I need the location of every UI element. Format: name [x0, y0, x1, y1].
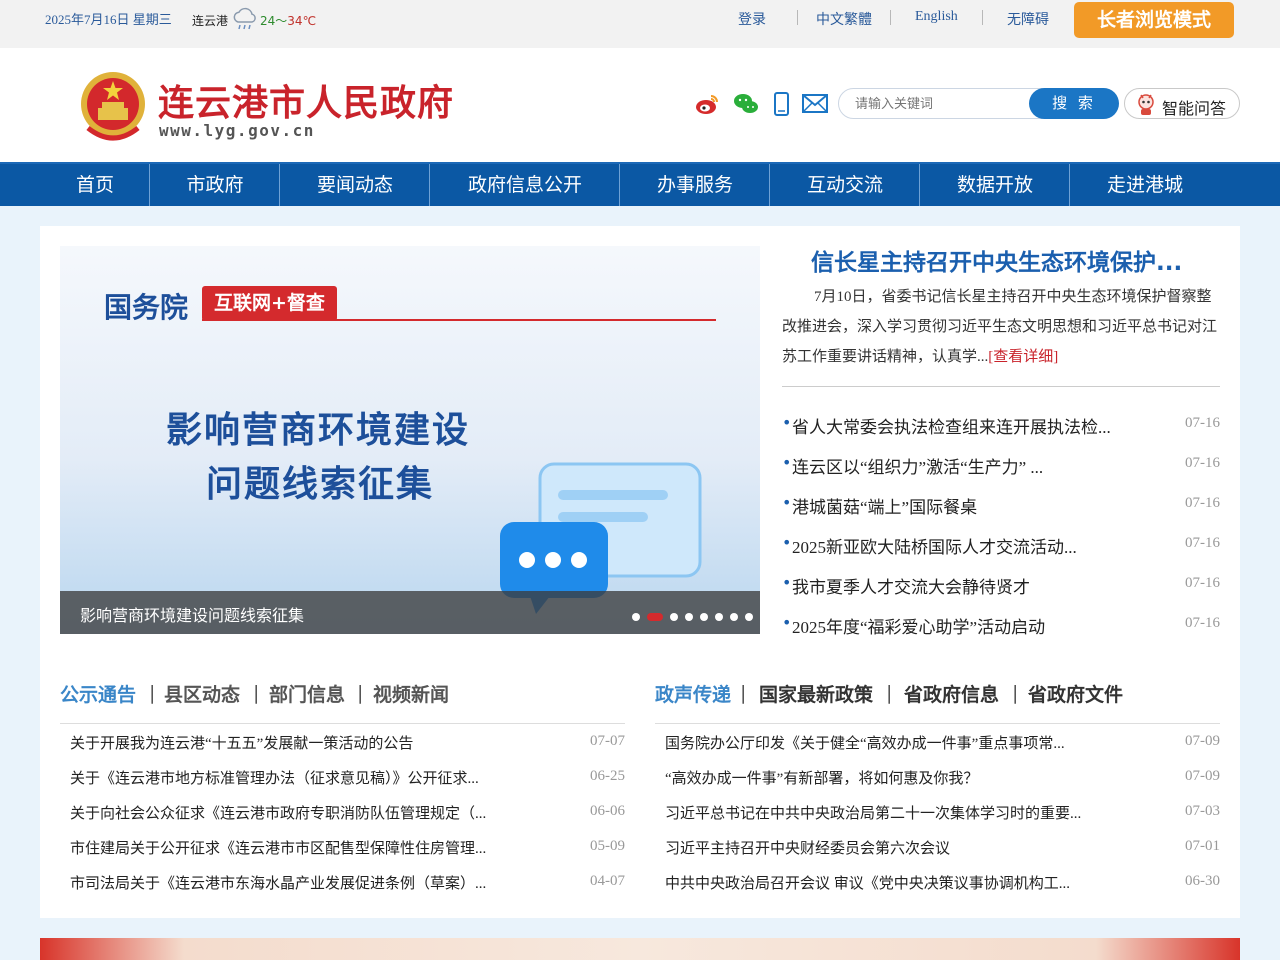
tab-divider: | [740, 682, 747, 704]
national-emblem-icon[interactable] [78, 68, 148, 144]
tab-provincial-info[interactable]: 省政府信息 [904, 680, 999, 707]
english-link[interactable]: English [915, 9, 958, 25]
main-panel: 国务院 互联网+督查 影响营商环境建设 问题线索征集 影响营商环境建设问题线索征… [40, 226, 1240, 918]
tab-county-news[interactable]: 县区动态 [164, 680, 240, 707]
search-input[interactable] [855, 95, 1025, 113]
bullet: • [782, 453, 792, 472]
temperature: 24～34℃ [260, 14, 317, 28]
news-item[interactable]: • 港城菌菇“端上”国际餐桌 07-16 [782, 493, 1220, 517]
ai-qa-button[interactable]: 智能问答 [1124, 88, 1240, 119]
news-item[interactable]: • 2025新亚欧大陆桥国际人才交流活动... 07-16 [782, 533, 1220, 557]
tab-divider: | [253, 682, 260, 704]
mobile-icon[interactable] [767, 90, 795, 118]
promo-banner[interactable] [40, 938, 1240, 960]
tab-national-policy[interactable]: 国家最新政策 [759, 680, 873, 707]
divider [60, 723, 625, 724]
list-item[interactable]: 市住建局关于公开征求《连云港市市区配售型保障性住房管理... 05-09 [60, 837, 625, 859]
bullet: • [782, 533, 792, 552]
carousel-dot[interactable] [700, 613, 708, 621]
news-item[interactable]: • 2025年度“福彩爱心助学”活动启动 07-16 [782, 613, 1220, 637]
wechat-icon[interactable] [732, 90, 760, 118]
carousel-dot[interactable] [670, 613, 678, 621]
top-bar: 2025年7月16日 星期三 连云港 24～34℃ 登录 中文繁體 Englis… [0, 0, 1280, 48]
bullet: • [782, 413, 792, 432]
mail-icon[interactable] [801, 90, 829, 118]
tab-divider: | [886, 682, 893, 704]
divider [982, 10, 983, 25]
slide-tag: 互联网+督查 [202, 286, 337, 321]
slide-caption-text: 影响营商环境建设问题线索征集 [80, 606, 305, 625]
ai-qa-label: 智能问答 [1162, 99, 1227, 118]
nav-news[interactable]: 要闻动态 [280, 164, 430, 206]
current-date: 2025年7月16日 星期三 [45, 12, 172, 27]
divider [782, 386, 1220, 387]
site-url: www.lyg.gov.cn [159, 121, 315, 140]
slide-heading-line1: 影响营商环境建设 [166, 410, 471, 451]
divider [655, 723, 1220, 724]
search-button[interactable]: 搜 索 [1029, 88, 1119, 119]
nav-open-data[interactable]: 数据开放 [920, 164, 1070, 206]
tab-video-news[interactable]: 视频新闻 [373, 680, 449, 707]
slide-heading-line2: 问题线索征集 [206, 464, 435, 505]
nav-home[interactable]: 首页 [40, 164, 150, 206]
slide-rule [202, 319, 716, 321]
weather-city: 连云港 [192, 14, 229, 28]
headline-title[interactable]: 信长星主持召开中央生态环境保护... [811, 243, 1182, 277]
traditional-chinese-link[interactable]: 中文繁體 [816, 9, 872, 29]
tab-divider: | [1012, 682, 1019, 704]
bullet: • [782, 493, 792, 512]
carousel-dot[interactable] [745, 613, 753, 621]
slide-title: 国务院 [104, 291, 189, 324]
nav-city-government[interactable]: 市政府 [150, 164, 280, 206]
bullet: • [782, 613, 792, 632]
list-item[interactable]: 国务院办公厅印发《关于健全“高效办成一件事”重点事项常... 07-09 [655, 732, 1220, 754]
tab-divider: | [357, 682, 364, 704]
elder-mode-button[interactable]: 长者浏览模式 [1074, 2, 1234, 38]
notice-tabs: 公示通告 | 县区动态 | 部门信息 | 视频新闻 [60, 680, 625, 708]
bullet: • [782, 573, 792, 592]
tab-notices[interactable]: 公示通告 [60, 680, 136, 707]
news-item[interactable]: • 连云区以“组织力”激活“生产力” ... 07-16 [782, 453, 1220, 477]
tab-department-info[interactable]: 部门信息 [269, 680, 345, 707]
list-item[interactable]: 市司法局关于《连云港市东海水晶产业发展促进条例（草案）... 04-07 [60, 872, 625, 894]
list-item[interactable]: “高效办成一件事”有新部署，将如何惠及你我？ 07-09 [655, 767, 1220, 789]
divider [797, 10, 798, 25]
carousel-dot-active[interactable] [647, 613, 663, 621]
tab-provincial-documents[interactable]: 省政府文件 [1028, 680, 1123, 707]
list-item[interactable]: 习近平总书记在中共中央政治局第二十一次集体学习时的重要... 07-03 [655, 802, 1220, 824]
news-item[interactable]: • 我市夏季人才交流大会静待贤才 07-16 [782, 573, 1220, 597]
divider [890, 10, 891, 25]
carousel-dot[interactable] [632, 613, 640, 621]
site-header: 连云港市人民政府 www.lyg.gov.cn 搜 索 [0, 48, 1280, 162]
nav-about-city[interactable]: 走进港城 [1070, 164, 1220, 206]
list-item[interactable]: 关于向社会公众征求《连云港市政府专职消防队伍管理规定（... 06-06 [60, 802, 625, 824]
news-item[interactable]: • 省人大常委会执法检查组来连开展执法检... 07-16 [782, 413, 1220, 437]
list-item[interactable]: 关于开展我为连云港“十五五”发展献一策活动的公告 07-07 [60, 732, 625, 754]
carousel-dot[interactable] [730, 613, 738, 621]
weibo-icon[interactable] [693, 90, 721, 118]
nav-info-disclosure[interactable]: 政府信息公开 [430, 164, 620, 206]
carousel[interactable]: 国务院 互联网+督查 影响营商环境建设 问题线索征集 影响营商环境建设问题线索征… [60, 246, 760, 634]
nav-interaction[interactable]: 互动交流 [770, 164, 920, 206]
read-more-link[interactable]: [查看详细] [988, 349, 1058, 365]
search-box: 搜 索 [838, 88, 1119, 119]
list-item[interactable]: 习近平主持召开中央财经委员会第六次会议 07-01 [655, 837, 1220, 859]
list-item[interactable]: 中共中央政治局召开会议 审议《党中央决策议事协调机构工... 06-30 [655, 872, 1220, 894]
policy-tabs: 政声传递 | 国家最新政策 | 省政府信息 | 省政府文件 [655, 680, 1220, 708]
headline-summary: 7月10日，省委书记信长星主持召开中央生态环境保护督察整改推进会，深入学习贯彻习… [782, 289, 1218, 365]
login-link[interactable]: 登录 [738, 9, 766, 29]
tab-divider: | [149, 682, 156, 704]
rain-cloud-icon [233, 7, 256, 30]
site-title[interactable]: 连云港市人民政府 [158, 74, 454, 126]
tab-government-voice[interactable]: 政声传递 [655, 680, 731, 707]
carousel-dot[interactable] [685, 613, 693, 621]
carousel-dot[interactable] [715, 613, 723, 621]
accessibility-link[interactable]: 无障碍 [1007, 9, 1049, 29]
robot-assistant-icon [1138, 94, 1154, 115]
nav-services[interactable]: 办事服务 [620, 164, 770, 206]
list-item[interactable]: 关于《连云港市地方标准管理办法（征求意见稿）》公开征求... 06-25 [60, 767, 625, 789]
main-nav: 首页 市政府 要闻动态 政府信息公开 办事服务 互动交流 数据开放 走进港城 [0, 162, 1280, 206]
